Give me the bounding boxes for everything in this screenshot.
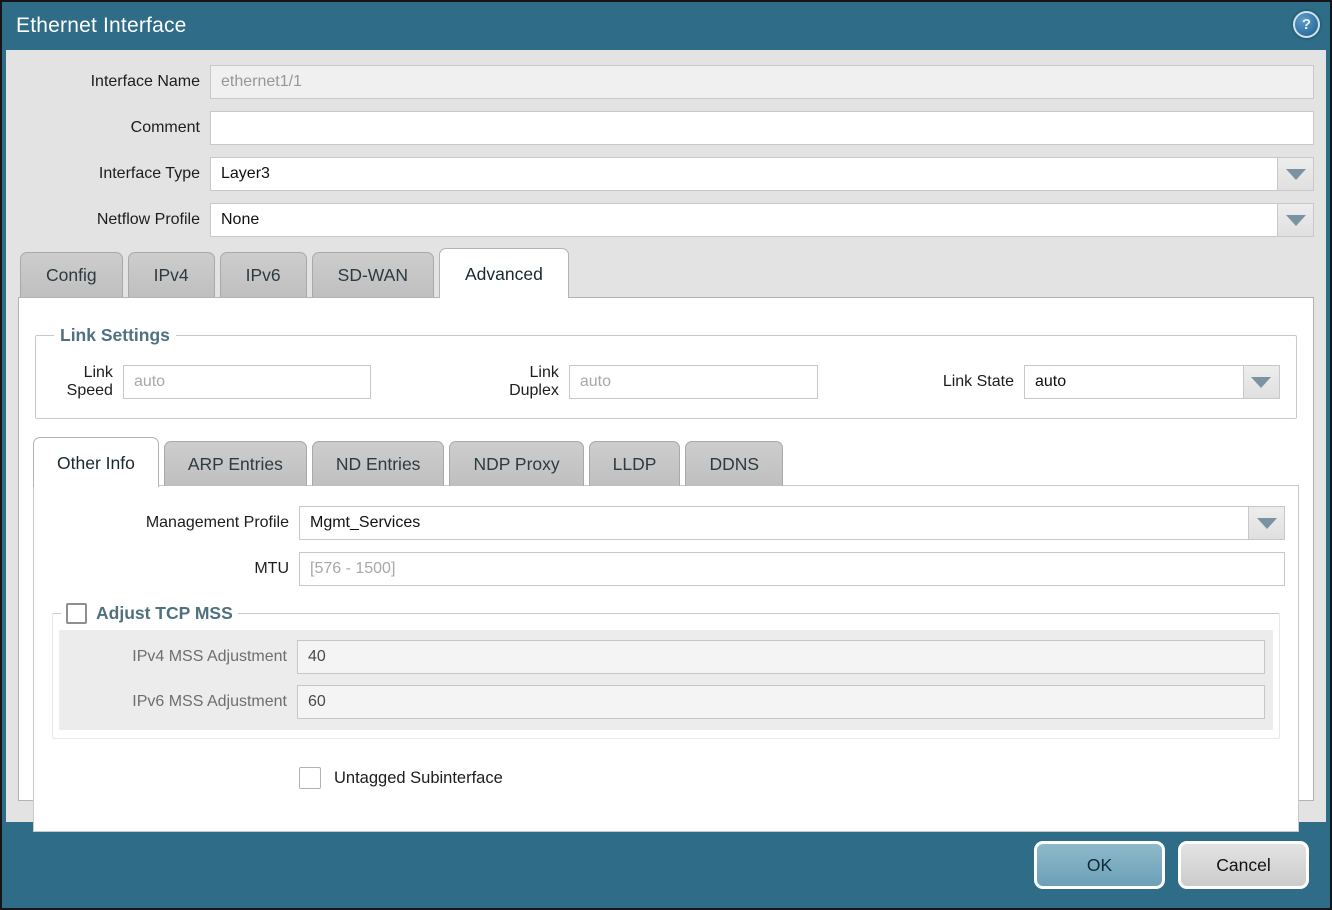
- interface-name-label: Interface Name: [18, 73, 210, 91]
- comment-row: Comment: [18, 111, 1314, 145]
- dialog-footer: OK Cancel: [2, 822, 1330, 908]
- netflow-profile-dropdown-button[interactable]: [1277, 204, 1313, 236]
- ethernet-interface-dialog: Ethernet Interface ? Interface Name Comm…: [0, 0, 1332, 910]
- interface-type-dropdown-button[interactable]: [1277, 158, 1313, 190]
- chevron-down-icon: [1257, 518, 1277, 529]
- interface-type-value: Layer3: [211, 158, 1277, 190]
- link-state-group: Link State auto: [943, 365, 1280, 399]
- management-profile-label: Management Profile: [34, 514, 299, 532]
- interface-type-dropdown[interactable]: Layer3: [210, 157, 1314, 191]
- link-speed-field[interactable]: [123, 365, 371, 399]
- link-duplex-group: Link Duplex: [496, 364, 819, 400]
- netflow-profile-row: Netflow Profile None: [18, 203, 1314, 237]
- dialog-title: Ethernet Interface: [16, 14, 187, 38]
- untagged-subinterface-label: Untagged Subinterface: [334, 769, 503, 788]
- link-state-dropdown[interactable]: auto: [1024, 365, 1280, 399]
- tab-ipv4[interactable]: IPv4: [128, 252, 215, 297]
- link-duplex-field[interactable]: [569, 365, 818, 399]
- link-speed-group: Link Speed: [52, 364, 371, 400]
- subtab-ndp-proxy[interactable]: NDP Proxy: [449, 441, 583, 486]
- dialog-titlebar: Ethernet Interface ?: [2, 2, 1330, 50]
- adjust-tcp-mss-fieldset: Adjust TCP MSS IPv4 MSS Adjustment IPv6 …: [52, 603, 1280, 739]
- link-state-label: Link State: [943, 373, 1024, 391]
- netflow-profile-value: None: [211, 204, 1277, 236]
- ok-button[interactable]: OK: [1034, 841, 1165, 889]
- advanced-tab-panel: Link Settings Link Speed Link Duplex Lin…: [18, 297, 1314, 801]
- mss-disabled-group: IPv4 MSS Adjustment IPv6 MSS Adjustment: [59, 630, 1273, 730]
- cancel-button[interactable]: Cancel: [1178, 841, 1309, 889]
- tab-sdwan[interactable]: SD-WAN: [312, 252, 434, 297]
- ipv6-mss-label: IPv6 MSS Adjustment: [59, 693, 297, 711]
- untagged-subinterface-checkbox[interactable]: [299, 767, 321, 789]
- tab-config[interactable]: Config: [20, 252, 123, 297]
- comment-field[interactable]: [210, 111, 1314, 145]
- netflow-profile-label: Netflow Profile: [18, 211, 210, 229]
- ipv4-mss-row: IPv4 MSS Adjustment: [59, 640, 1265, 674]
- link-settings-row: Link Speed Link Duplex Link State auto: [52, 364, 1280, 400]
- link-state-dropdown-button[interactable]: [1243, 366, 1279, 398]
- chevron-down-icon: [1251, 377, 1271, 388]
- help-icon[interactable]: ?: [1293, 11, 1320, 38]
- netflow-profile-dropdown[interactable]: None: [210, 203, 1314, 237]
- interface-type-label: Interface Type: [18, 165, 210, 183]
- other-info-tabstrip: Other Info ARP Entries ND Entries NDP Pr…: [33, 437, 1299, 486]
- interface-name-row: Interface Name: [18, 65, 1314, 99]
- subtab-ddns[interactable]: DDNS: [685, 441, 783, 486]
- mtu-row: MTU: [34, 552, 1285, 586]
- dialog-body-frame: Interface Name Comment Interface Type La…: [2, 50, 1330, 822]
- chevron-down-icon: [1286, 215, 1306, 226]
- main-tabstrip: Config IPv4 IPv6 SD-WAN Advanced: [18, 248, 1314, 297]
- link-speed-label: Link Speed: [52, 364, 123, 400]
- management-profile-value: Mgmt_Services: [300, 507, 1248, 539]
- comment-label: Comment: [18, 119, 210, 137]
- ipv4-mss-field: [297, 640, 1265, 674]
- adjust-tcp-mss-checkbox[interactable]: [66, 603, 87, 624]
- link-settings-fieldset: Link Settings Link Speed Link Duplex Lin…: [35, 325, 1297, 419]
- dialog-body: Interface Name Comment Interface Type La…: [6, 50, 1326, 822]
- subtab-other-info[interactable]: Other Info: [33, 437, 159, 487]
- chevron-down-icon: [1286, 169, 1306, 180]
- link-duplex-label: Link Duplex: [496, 364, 569, 400]
- tab-advanced[interactable]: Advanced: [439, 248, 569, 298]
- interface-type-row: Interface Type Layer3: [18, 157, 1314, 191]
- ipv6-mss-row: IPv6 MSS Adjustment: [59, 685, 1265, 719]
- ipv6-mss-field: [297, 685, 1265, 719]
- management-profile-row: Management Profile Mgmt_Services: [34, 506, 1285, 540]
- interface-name-field: [210, 65, 1314, 99]
- untagged-subinterface-row: Untagged Subinterface: [299, 767, 1285, 789]
- link-settings-legend: Link Settings: [54, 325, 176, 346]
- other-info-panel: Management Profile Mgmt_Services MTU: [33, 485, 1299, 832]
- management-profile-dropdown-button[interactable]: [1248, 507, 1284, 539]
- ipv4-mss-label: IPv4 MSS Adjustment: [59, 648, 297, 666]
- subtab-nd-entries[interactable]: ND Entries: [312, 441, 445, 486]
- mtu-label: MTU: [34, 560, 299, 578]
- mtu-field[interactable]: [299, 552, 1285, 586]
- subtab-lldp[interactable]: LLDP: [589, 441, 681, 486]
- subtab-arp-entries[interactable]: ARP Entries: [164, 441, 307, 486]
- tab-ipv6[interactable]: IPv6: [220, 252, 307, 297]
- link-state-value: auto: [1025, 366, 1243, 398]
- adjust-tcp-mss-label: Adjust TCP MSS: [96, 603, 233, 624]
- adjust-tcp-mss-legend: Adjust TCP MSS: [61, 603, 238, 624]
- management-profile-dropdown[interactable]: Mgmt_Services: [299, 506, 1285, 540]
